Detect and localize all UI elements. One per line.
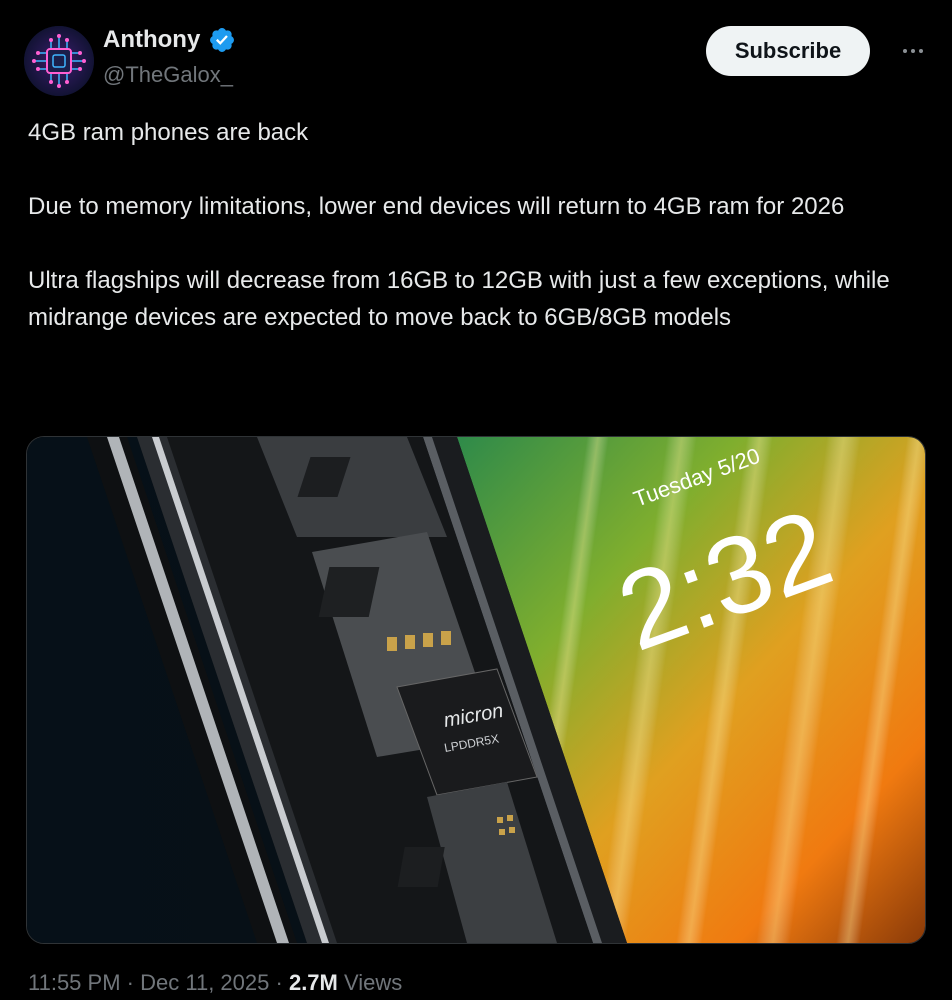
verified-badge-icon[interactable] (208, 26, 236, 54)
tweet-meta: 11:55 PM · Dec 11, 2025 · 2.7M Views (28, 970, 402, 996)
views-count: 2.7M (288, 970, 338, 995)
phone-teardown-image: micron LPDDR5X Tuesday 5/20 2:32 (27, 437, 925, 943)
tweet-line-flagships: Ultra flagships will decrease from 16GB … (28, 267, 890, 331)
author-name-row: Anthony (103, 26, 236, 54)
more-dot (911, 49, 915, 53)
tweet-media-image[interactable]: micron LPDDR5X Tuesday 5/20 2:32 (26, 436, 926, 944)
views-label: Views (344, 970, 403, 995)
subscribe-button[interactable]: Subscribe (706, 26, 870, 76)
tweet-date[interactable]: Dec 11, 2025 (140, 970, 269, 995)
more-dot (919, 49, 923, 53)
tweet-text: 4GB ram phones are back Due to memory li… (28, 114, 928, 336)
tweet-line-memory: Due to memory limitations, lower end dev… (28, 193, 845, 220)
tweet-time[interactable]: 11:55 PM (28, 970, 121, 995)
meta-separator: · (275, 970, 283, 995)
circuit-chip-avatar (24, 26, 94, 96)
author-handle[interactable]: @TheGalox_ (103, 62, 233, 88)
more-horizontal-icon[interactable] (893, 36, 933, 66)
meta-separator: · (126, 970, 134, 995)
avatar[interactable] (24, 26, 94, 96)
author-display-name[interactable]: Anthony (103, 26, 200, 54)
tweet-line-headline: 4GB ram phones are back (28, 119, 309, 146)
tweet-container: Anthony @TheGalox_ Subscribe 4GB ram pho… (0, 0, 952, 1000)
more-dot (903, 49, 907, 53)
